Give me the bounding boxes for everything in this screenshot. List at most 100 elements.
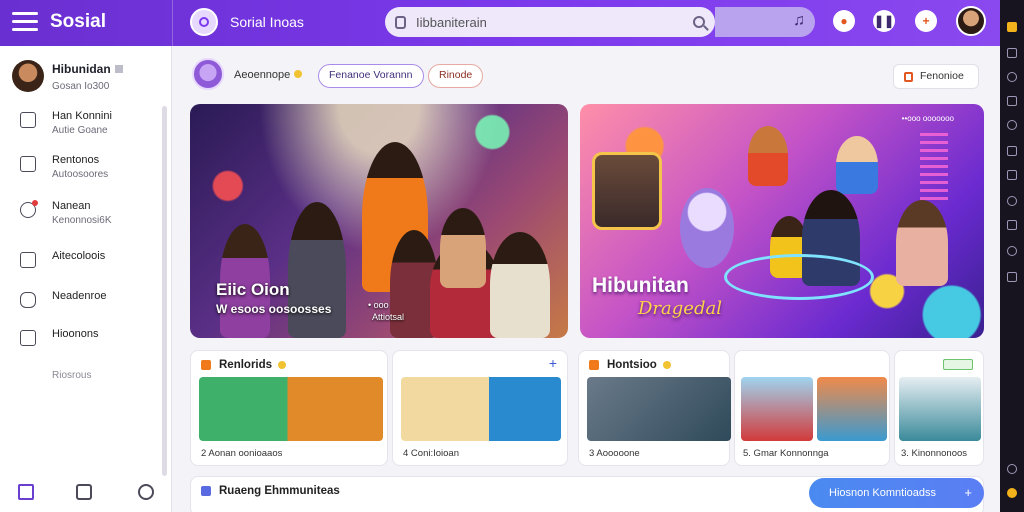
glow-ring bbox=[724, 254, 874, 300]
add-icon[interactable]: + bbox=[549, 355, 557, 371]
cta-label: Hiosnon Komntioadss bbox=[829, 487, 937, 499]
person-figure bbox=[440, 208, 486, 288]
verified-icon bbox=[114, 64, 123, 73]
app-name: Sorial Inoas bbox=[230, 14, 304, 30]
cta-arrow-icon: + bbox=[964, 485, 972, 500]
hero-right-subtitle: Dragedal bbox=[638, 298, 722, 319]
brand-logo[interactable]: Sosial bbox=[50, 11, 106, 33]
clock-icon[interactable] bbox=[1007, 120, 1017, 130]
section-title: Renlorids bbox=[219, 359, 273, 371]
hero-left-subtitle: W esoos oosoosses bbox=[216, 302, 332, 316]
coin-icon[interactable] bbox=[1007, 488, 1017, 498]
sidebar-item-4[interactable]: Aitecoloois bbox=[20, 250, 105, 268]
bookmark-icon[interactable] bbox=[1007, 220, 1017, 230]
search-bar[interactable] bbox=[385, 7, 715, 37]
note-icon bbox=[20, 156, 36, 172]
sidebar-item-title: Han Konnini bbox=[52, 110, 112, 122]
video-caption[interactable]: 3 Aooooone bbox=[589, 448, 640, 459]
girl-figure bbox=[896, 200, 948, 286]
hero-left-title: Eiic Oion bbox=[216, 280, 290, 299]
microphone-icon[interactable]: ♫ bbox=[791, 12, 807, 30]
sidebar-item-title: Rentonos bbox=[52, 154, 100, 166]
video-caption[interactable]: 3. Kinonnonoos bbox=[901, 448, 967, 459]
globe-icon[interactable] bbox=[1007, 72, 1017, 82]
video-thumbnail[interactable] bbox=[199, 377, 383, 441]
sidebar-item-sub: Kenonnosi6K bbox=[52, 215, 112, 226]
sidebar-profile[interactable]: Hibunidan Gosan Io300 bbox=[12, 60, 123, 92]
cart-icon bbox=[20, 292, 36, 308]
follow-button[interactable]: Fenonioe bbox=[893, 64, 979, 89]
top-bar: Sosial Sorial Inoas ♫ ● ❚❚ + bbox=[0, 0, 1000, 46]
home-icon[interactable] bbox=[76, 484, 92, 500]
sidebar-item-1[interactable]: Han Konnini Autie Goane bbox=[20, 110, 112, 136]
person-figure bbox=[490, 232, 550, 338]
filter-chip[interactable]: Fenanoe Vorannn bbox=[318, 64, 424, 88]
sidebar-item-sub: Autie Goane bbox=[52, 125, 108, 136]
search-input[interactable] bbox=[416, 14, 693, 30]
monitor-icon bbox=[20, 330, 36, 346]
user-avatar[interactable] bbox=[956, 6, 986, 36]
info-icon[interactable] bbox=[1007, 464, 1017, 474]
live-badge bbox=[943, 359, 973, 370]
sidebar-item-3[interactable]: Nanean Kenonnosi6K bbox=[20, 200, 112, 226]
edit-icon[interactable] bbox=[18, 484, 34, 500]
sidebar-scrollbar[interactable] bbox=[162, 106, 167, 476]
coin-icon bbox=[662, 361, 671, 369]
heart-icon bbox=[20, 200, 38, 218]
pause-icon[interactable]: ❚❚ bbox=[873, 10, 895, 32]
sidebar-item-title: Hioonons bbox=[52, 328, 99, 340]
section-title: Hontsioo bbox=[607, 359, 657, 371]
section-card-hontsioo-3: 3. Kinonnonoos bbox=[894, 350, 984, 466]
help-icon[interactable] bbox=[1007, 246, 1017, 256]
hero-banner-right[interactable]: Hibunitan Dragedal ••ooo ooooooo bbox=[580, 104, 984, 338]
folder-icon[interactable] bbox=[1007, 272, 1017, 282]
menu-icon[interactable] bbox=[12, 12, 38, 32]
channel-label-text: Aeoennope bbox=[234, 69, 291, 81]
add-icon[interactable]: + bbox=[915, 10, 937, 32]
notification-icon[interactable]: ● bbox=[833, 10, 855, 32]
sidebar-item-5[interactable]: Neadenroe bbox=[20, 290, 106, 308]
person-figure bbox=[288, 202, 346, 338]
bell-icon bbox=[904, 72, 913, 82]
hero-left-tag: Attiotsal bbox=[372, 312, 405, 322]
pen-icon bbox=[20, 112, 36, 128]
video-thumbnail[interactable] bbox=[587, 377, 731, 441]
profile-avatar[interactable] bbox=[12, 60, 44, 92]
coin-icon bbox=[294, 70, 303, 78]
cta-button[interactable]: Hiosnon Komntioadss + bbox=[809, 478, 984, 508]
channel-avatar[interactable] bbox=[192, 58, 224, 90]
calendar-icon[interactable] bbox=[1007, 146, 1017, 156]
section-card-renlorids-2: + 4 Coni:Ioioan bbox=[392, 350, 568, 466]
sidebar-item-2[interactable]: Rentonos Autoosoores bbox=[20, 154, 108, 180]
filter-chip-red[interactable]: Rinode bbox=[428, 64, 484, 88]
chat-icon[interactable] bbox=[1007, 170, 1017, 180]
sidebar-more[interactable]: Riosrous bbox=[52, 370, 91, 381]
video-thumbnail[interactable] bbox=[741, 377, 813, 441]
people-icon[interactable] bbox=[138, 484, 154, 500]
search-icon[interactable] bbox=[693, 16, 705, 28]
video-thumbnail[interactable] bbox=[899, 377, 981, 441]
follow-label: Fenonioe bbox=[920, 70, 964, 82]
coin-icon bbox=[278, 361, 287, 369]
sidebar-item-6[interactable]: Hioonons bbox=[20, 328, 98, 346]
profile-name: Hibunidan bbox=[52, 62, 111, 76]
divider bbox=[172, 0, 173, 46]
section-card-renlorids: Renlorids 2 Aonan oonioaaos bbox=[190, 350, 388, 466]
grid-icon[interactable] bbox=[1007, 48, 1017, 58]
section-title: Ruaeng Ehmmuniteas bbox=[219, 485, 340, 497]
lock-icon bbox=[395, 15, 406, 29]
video-caption[interactable]: 4 Coni:Ioioan bbox=[403, 448, 459, 459]
app-logo-icon[interactable] bbox=[190, 8, 218, 36]
star-icon[interactable] bbox=[1007, 22, 1017, 32]
sidebar: Hibunidan Gosan Io300 Han Konnini Autie G… bbox=[0, 46, 172, 512]
video-thumbnail[interactable] bbox=[817, 377, 887, 441]
user-icon[interactable] bbox=[1007, 196, 1017, 206]
hero-banner-left[interactable]: Eiic Oion W esoos oosoosses • ooo Attiot… bbox=[190, 104, 568, 338]
sidebar-item-title: Aitecoloois bbox=[52, 250, 106, 262]
video-caption[interactable]: 2 Aonan oonioaaos bbox=[201, 448, 282, 459]
section-icon bbox=[589, 360, 599, 370]
settings-icon[interactable] bbox=[1007, 96, 1017, 106]
section-card-hontsioo: Hontsioo 3 Aooooone bbox=[578, 350, 731, 466]
video-thumbnail[interactable] bbox=[401, 377, 561, 441]
video-caption[interactable]: 5. Gmar Konnonnga bbox=[743, 448, 829, 459]
